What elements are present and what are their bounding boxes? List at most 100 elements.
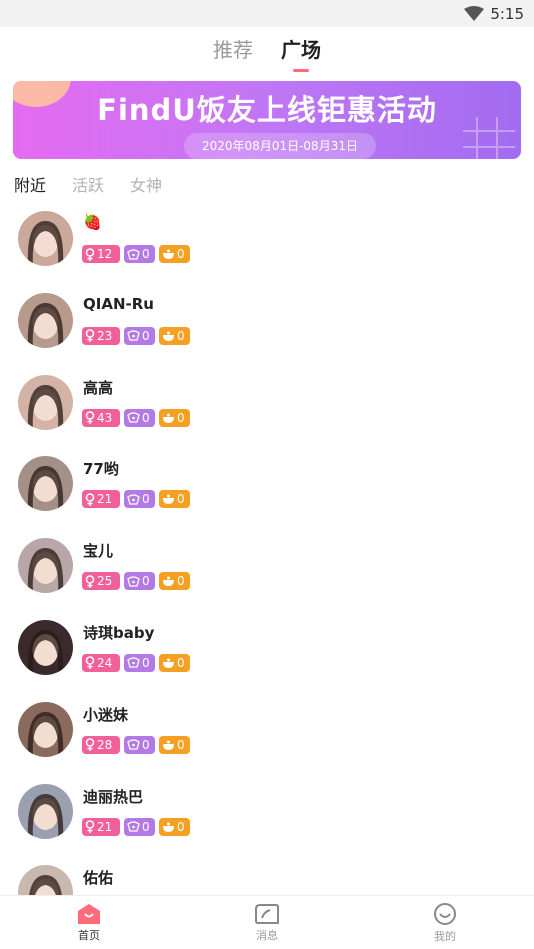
age-value: 28 <box>97 737 113 752</box>
pot-badge: 0 <box>159 653 190 672</box>
user-list-item[interactable]: 宝儿 25 0 0 <box>0 532 534 614</box>
avatar[interactable] <box>18 374 73 430</box>
bowl-icon <box>163 576 174 587</box>
pot-value: 0 <box>177 492 185 507</box>
user-list-item[interactable]: 77哟 21 0 0 <box>0 450 534 532</box>
home-icon <box>78 903 100 924</box>
bowl-icon <box>163 658 174 668</box>
female-icon <box>85 493 95 506</box>
status-time: 5:15 <box>490 5 524 23</box>
female-icon <box>85 247 95 261</box>
user-list-item[interactable]: QIAN-Ru 23 0 0 <box>0 287 534 369</box>
user-badges: 43 0 0 <box>82 408 190 427</box>
bowl-icon <box>163 249 174 259</box>
avatar[interactable] <box>18 865 73 895</box>
age-value: 21 <box>97 819 113 834</box>
user-name: 🍓 <box>83 213 102 231</box>
bottom-nav: 首页 消息 我的 <box>0 895 534 949</box>
level-value: 0 <box>142 247 150 261</box>
user-badges: 28 0 0 <box>82 735 190 754</box>
female-icon <box>85 738 95 752</box>
age-badge: 21 <box>82 490 120 509</box>
user-name: 宝儿 <box>83 542 114 561</box>
tab-square[interactable]: 广场 <box>281 34 321 77</box>
level-icon <box>127 657 140 669</box>
age-badge: 25 <box>82 572 120 591</box>
filter-tabs: 附近 活跃 女神 <box>14 172 162 196</box>
user-name: QIAN-Ru <box>83 294 154 313</box>
user-list: 🍓 12 0 0 QIAN-Ru 23 0 0 高高 43 0 0 77哟 21… <box>0 205 534 895</box>
user-badges: 12 0 0 <box>82 245 190 263</box>
avatar-portrait <box>27 711 64 757</box>
avatar[interactable] <box>18 783 73 839</box>
level-badge: 0 <box>124 245 155 263</box>
avatar[interactable] <box>18 701 73 757</box>
avatar[interactable] <box>18 619 73 675</box>
level-value: 0 <box>142 574 150 589</box>
female-icon <box>85 656 95 670</box>
level-badge: 0 <box>124 653 155 672</box>
user-list-item[interactable]: 诗琪baby 24 0 0 <box>0 614 534 696</box>
avatar-portrait <box>29 875 62 895</box>
age-value: 21 <box>97 492 113 507</box>
tab-recommend[interactable]: 推荐 <box>213 34 253 77</box>
user-badges: 24 0 0 <box>82 653 190 672</box>
pot-value: 0 <box>177 574 185 589</box>
tab-goddess[interactable]: 女神 <box>130 172 162 196</box>
user-name: 77哟 <box>83 460 119 479</box>
age-value: 24 <box>97 655 113 670</box>
pot-badge: 0 <box>159 245 190 263</box>
user-list-item[interactable]: 高高 43 0 0 <box>0 369 534 451</box>
user-name: 迪丽热巴 <box>83 787 144 806</box>
nav-profile[interactable]: 我的 <box>356 896 534 949</box>
female-icon <box>85 574 95 588</box>
age-badge: 12 <box>82 245 120 263</box>
level-icon <box>127 412 140 423</box>
level-badge: 0 <box>124 408 155 427</box>
pot-badge: 0 <box>159 735 190 754</box>
age-value: 12 <box>97 247 113 261</box>
level-value: 0 <box>142 328 150 343</box>
level-badge: 0 <box>124 817 155 836</box>
user-badges: 21 0 0 <box>82 817 190 836</box>
pot-badge: 0 <box>159 490 190 509</box>
user-list-item[interactable]: 佑佑 <box>0 859 534 895</box>
pot-badge: 0 <box>159 817 190 836</box>
level-icon <box>127 821 140 832</box>
avatar[interactable] <box>18 292 73 348</box>
level-badge: 0 <box>124 326 155 345</box>
age-badge: 28 <box>82 735 120 754</box>
level-badge: 0 <box>124 490 155 509</box>
bowl-icon <box>163 331 174 341</box>
nav-messages[interactable]: 消息 <box>178 896 356 949</box>
banner-date: 2020年08月01日-08月31日 <box>184 133 376 159</box>
pot-badge: 0 <box>159 572 190 591</box>
status-bar: 5:15 <box>0 0 534 27</box>
user-name: 佑佑 <box>83 869 114 888</box>
avatar[interactable] <box>18 456 73 512</box>
level-icon <box>127 248 140 260</box>
promo-banner[interactable]: FindU饭友上线钜惠活动 2020年08月01日-08月31日 <box>13 81 521 159</box>
avatar-portrait <box>27 466 64 512</box>
avatar[interactable] <box>18 211 73 266</box>
age-value: 43 <box>97 410 113 425</box>
user-list-item[interactable]: 🍓 12 0 0 <box>0 205 534 287</box>
tab-active[interactable]: 活跃 <box>72 172 104 196</box>
avatar[interactable] <box>18 538 73 594</box>
user-list-item[interactable]: 小迷妹 28 0 0 <box>0 696 534 778</box>
age-badge: 21 <box>82 817 120 836</box>
level-badge: 0 <box>124 572 155 591</box>
user-list-item[interactable]: 迪丽热巴 21 0 0 <box>0 778 534 860</box>
pot-value: 0 <box>177 655 185 670</box>
nav-home[interactable]: 首页 <box>0 896 178 949</box>
age-badge: 24 <box>82 653 120 672</box>
avatar-portrait <box>27 548 64 594</box>
level-icon <box>127 739 140 750</box>
female-icon <box>85 820 95 834</box>
avatar-portrait <box>27 221 64 266</box>
tab-nearby[interactable]: 附近 <box>14 172 46 196</box>
top-tabs: 推荐 广场 <box>0 27 534 77</box>
female-icon <box>85 411 95 425</box>
message-icon <box>255 903 279 924</box>
pot-badge: 0 <box>159 326 190 345</box>
